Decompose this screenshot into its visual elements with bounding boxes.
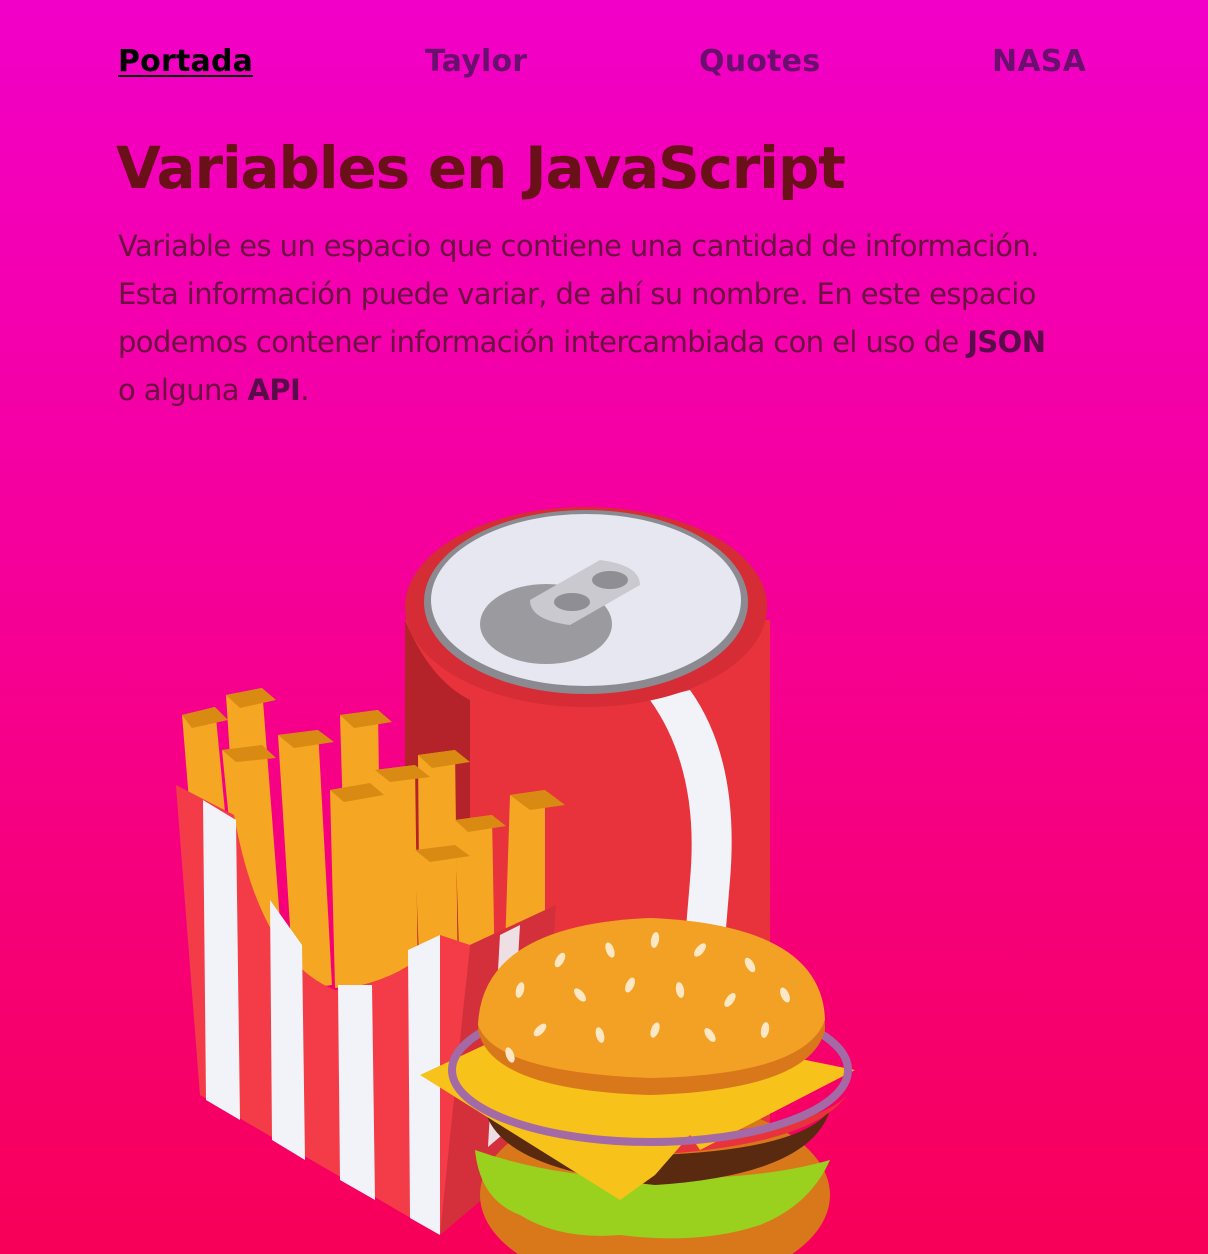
fast-food-illustration [176,507,855,1254]
